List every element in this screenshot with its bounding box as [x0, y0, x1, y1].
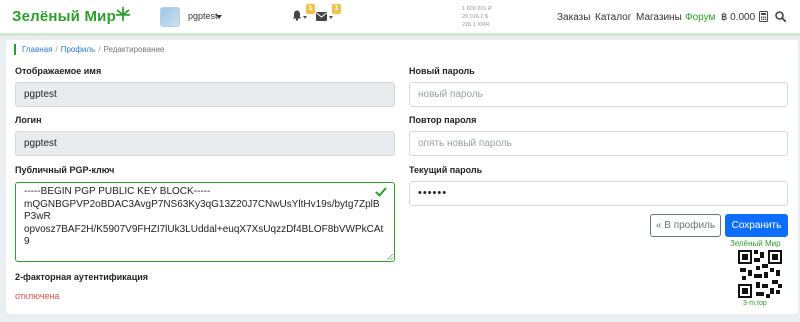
resize-handle-icon[interactable] — [387, 254, 393, 260]
breadcrumb: Главная / Профиль / Редактирование — [14, 44, 164, 55]
user-menu-name[interactable]: pgptest — [188, 11, 218, 21]
user-avatar[interactable] — [160, 7, 180, 27]
qr-title: Зелёный Мир — [730, 239, 781, 248]
back-to-profile-button[interactable]: « В профиль — [650, 214, 721, 237]
exchange-rates: 1 609 201 ₽ 20 016.2 $ 226.1 XMR — [462, 5, 492, 29]
display-name-field[interactable]: pgptest — [15, 82, 395, 107]
messages-button[interactable]: 1 — [316, 4, 341, 26]
new-password-label: Новый пароль — [409, 66, 475, 76]
nav-catalog[interactable]: Каталог — [595, 12, 631, 23]
repeat-password-input[interactable]: опять новый пароль — [409, 131, 788, 156]
valid-check-icon — [375, 187, 387, 197]
chevron-down-icon — [329, 16, 333, 19]
top-navbar: Зелёный Мир pgptest 1 1 1 609 201 ₽ 20 0… — [0, 0, 800, 36]
login-label: Логин — [15, 115, 42, 125]
brand-logo-text[interactable]: Зелёный Мир — [12, 8, 116, 25]
twofa-label: 2-факторная аутентификация — [15, 272, 149, 282]
profile-edit-card: Главная / Профиль / Редактирование Отображае… — [6, 40, 798, 314]
notifications-badge: 1 — [306, 4, 315, 14]
pgp-line: mQGNBGPVP2oBDAC3AvgP7NS63Ky3qG13Z20J7CNw… — [24, 198, 380, 210]
nav-forum[interactable]: Форум — [685, 12, 715, 23]
display-name-label: Отображаемое имя — [15, 66, 102, 76]
pgp-line: 9 — [24, 236, 30, 248]
nav-shops[interactable]: Магазины — [636, 12, 682, 23]
bell-icon — [292, 10, 302, 21]
new-password-input[interactable]: новый пароль — [409, 82, 788, 107]
messages-badge: 1 — [332, 4, 341, 14]
save-button[interactable]: Сохранить — [725, 214, 788, 237]
login-field[interactable]: pgptest — [15, 131, 395, 156]
pgp-line: opvosz7BAF2H/K5907V9FHZI7lUk3LUddal+euqX… — [24, 223, 384, 235]
pgp-line: -----BEGIN PGP PUBLIC KEY BLOCK----- — [24, 186, 211, 197]
envelope-icon — [316, 12, 327, 21]
breadcrumb-current: Редактирование — [103, 45, 165, 54]
breadcrumb-profile[interactable]: Профиль — [61, 45, 96, 54]
pgp-key-textarea[interactable]: -----BEGIN PGP PUBLIC KEY BLOCK----- mQG… — [15, 182, 395, 262]
pgp-key-label: Публичный PGP-ключ — [15, 165, 115, 175]
qr-url[interactable]: 3-m.top — [743, 300, 767, 307]
current-password-input[interactable]: •••••• — [409, 181, 788, 206]
calculator-icon[interactable] — [759, 11, 768, 22]
chevron-down-icon — [303, 16, 307, 19]
rate-rub: 1 609 201 ₽ — [462, 6, 492, 12]
qr-code-icon — [738, 250, 782, 298]
wallet-balance[interactable]: ฿ 0.000 — [721, 12, 755, 23]
current-password-label: Текущий пароль — [409, 165, 483, 175]
leaf-logo-icon — [115, 6, 131, 22]
repeat-password-label: Повтор пароля — [409, 115, 477, 125]
rate-usd: 20 016.2 $ — [462, 14, 488, 20]
notifications-button[interactable]: 1 — [292, 4, 315, 26]
chevron-down-icon[interactable] — [216, 15, 222, 19]
rate-xmr: 226.1 XMR — [462, 22, 490, 28]
search-icon[interactable] — [775, 11, 786, 22]
breadcrumb-home[interactable]: Главная — [22, 45, 52, 54]
twofa-status: отключена — [15, 291, 60, 301]
pgp-line: P3wR — [24, 211, 51, 223]
nav-orders[interactable]: Заказы — [557, 12, 590, 23]
